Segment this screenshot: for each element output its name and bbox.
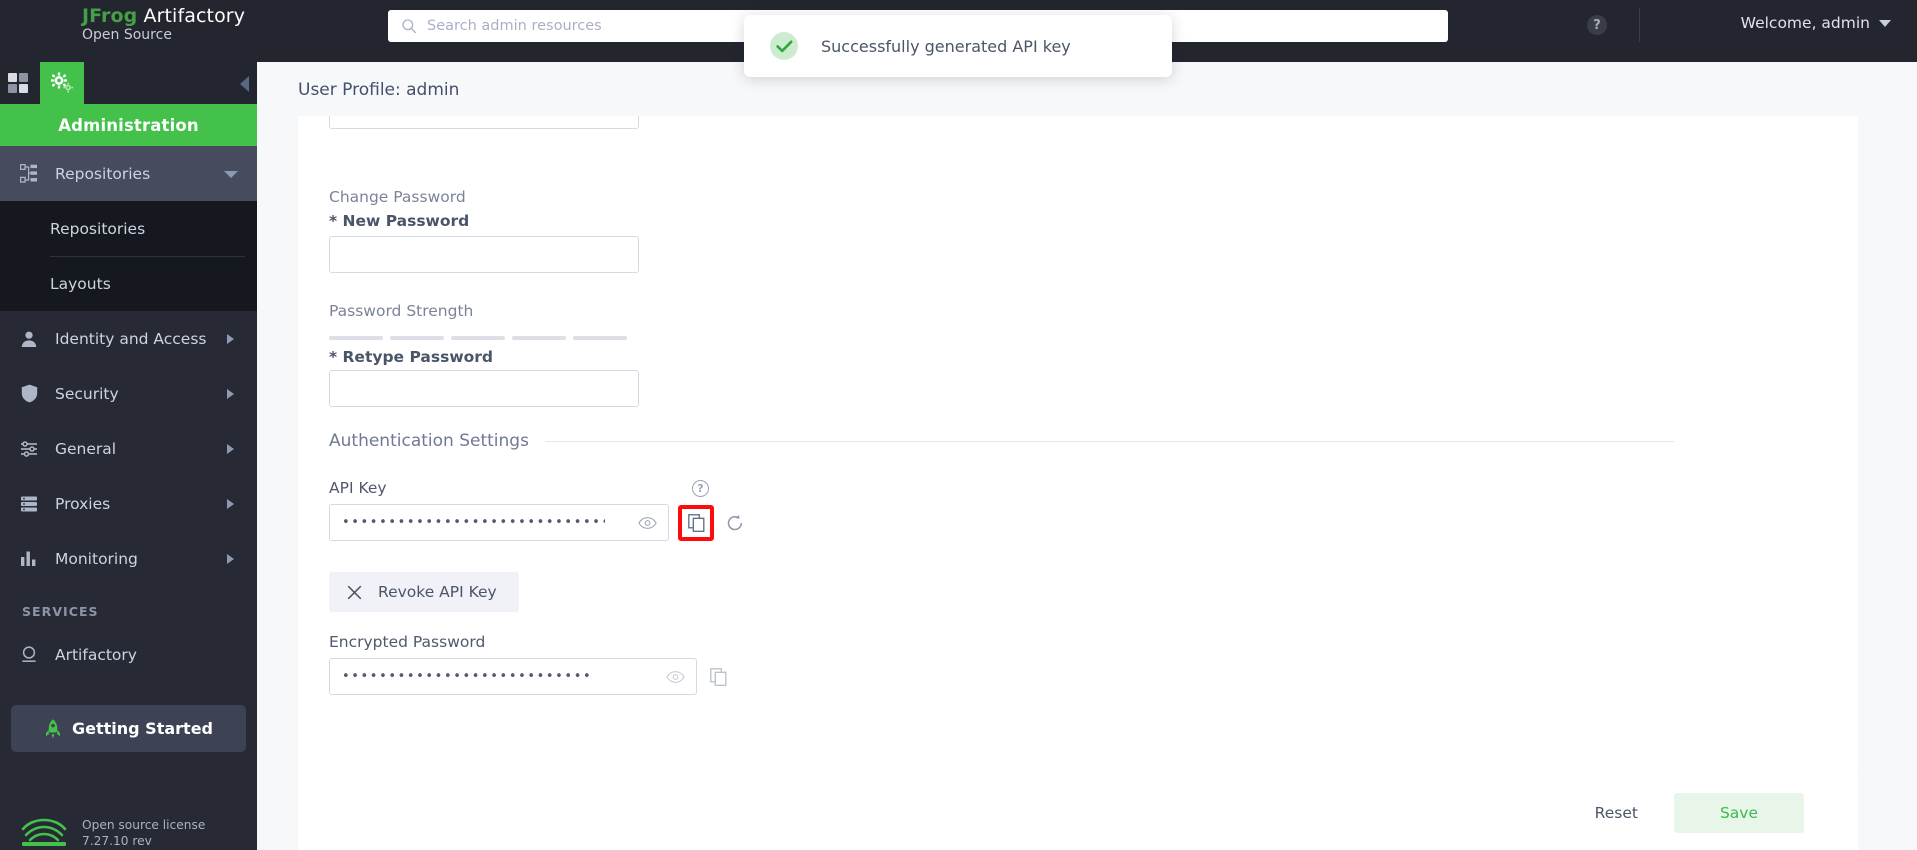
sidebar-subitem-repositories[interactable]: Repositories bbox=[0, 201, 257, 256]
help-icon[interactable]: ? bbox=[1587, 15, 1607, 35]
user-menu[interactable]: Welcome, admin bbox=[1741, 14, 1891, 32]
section-divider bbox=[544, 440, 1674, 442]
sidebar-item-monitoring[interactable]: Monitoring bbox=[0, 531, 257, 586]
auth-settings-section-header: Authentication Settings bbox=[329, 431, 1674, 451]
eye-icon[interactable] bbox=[638, 516, 657, 530]
sidebar-item-artifactory[interactable]: Artifactory bbox=[0, 627, 257, 682]
chevron-right-icon bbox=[227, 389, 234, 399]
sidebar-subitem-layouts[interactable]: Layouts bbox=[0, 256, 257, 311]
module-switch-bar bbox=[0, 62, 257, 104]
sidebar-item-label: Artifactory bbox=[55, 645, 137, 664]
success-toast[interactable]: Successfully generated API key bbox=[744, 15, 1172, 77]
license-line-1: Open source license bbox=[82, 818, 206, 832]
main-content: User Profile: admin Change Password * Ne… bbox=[257, 62, 1917, 850]
license-info: JFrog Open source license 7.27.10 rev 72… bbox=[18, 817, 212, 850]
card-scroll-region: Change Password * New Password Password … bbox=[298, 116, 1858, 776]
sidebar-item-identity-and-access[interactable]: Identity and Access bbox=[0, 311, 257, 366]
repositories-icon bbox=[18, 163, 40, 185]
api-key-label: API Key bbox=[329, 479, 387, 497]
eye-icon[interactable] bbox=[666, 670, 685, 684]
user-profile-card: Change Password * New Password Password … bbox=[298, 116, 1858, 776]
logo-product-text: Artifactory bbox=[143, 5, 246, 27]
welcome-label: Welcome, admin bbox=[1740, 14, 1870, 32]
chevron-right-icon bbox=[227, 444, 234, 454]
new-password-input[interactable] bbox=[329, 236, 639, 273]
retype-password-label: * Retype Password bbox=[329, 348, 494, 366]
sidebar-item-security[interactable]: Security bbox=[0, 366, 257, 421]
save-button[interactable]: Save bbox=[1673, 793, 1804, 833]
api-key-value: ••••••••••••••••••••••••••••••••••••••••… bbox=[342, 516, 605, 529]
sidebar-subitem-label: Repositories bbox=[50, 219, 146, 238]
sidebar-section-services: SERVICES bbox=[22, 604, 99, 619]
copy-api-key-button[interactable] bbox=[684, 511, 708, 535]
tab-administration[interactable] bbox=[40, 62, 84, 104]
search-icon bbox=[402, 19, 417, 34]
sidebar-item-label: Monitoring bbox=[55, 549, 138, 568]
sidebar-item-repositories[interactable]: Repositories bbox=[0, 146, 257, 201]
logo-edition-text: Open Source bbox=[82, 26, 172, 43]
chevron-right-icon bbox=[227, 334, 234, 344]
auth-settings-label: Authentication Settings bbox=[329, 431, 529, 451]
shield-icon bbox=[18, 383, 40, 405]
password-strength-meter bbox=[329, 336, 627, 340]
chevron-down-icon bbox=[224, 171, 238, 178]
header-divider bbox=[1639, 8, 1640, 42]
sidebar-subitem-label: Layouts bbox=[50, 274, 111, 293]
new-password-label: * New Password bbox=[329, 212, 470, 230]
application-root: JFrog Artifactory Open Source ? Welcome,… bbox=[0, 0, 1917, 850]
toast-message: Successfully generated API key bbox=[821, 36, 1071, 56]
close-icon bbox=[347, 585, 362, 599]
api-key-field[interactable]: ••••••••••••••••••••••••••••••••••••••••… bbox=[329, 504, 669, 541]
encrypted-password-value: ••••••••••••••••••••••••••• bbox=[342, 670, 593, 683]
chevron-right-icon bbox=[227, 499, 234, 509]
regenerate-api-key-button[interactable] bbox=[723, 511, 747, 535]
copy-icon bbox=[687, 513, 704, 532]
sidebar-item-general[interactable]: General bbox=[0, 421, 257, 476]
sidebar-item-label: Security bbox=[55, 384, 119, 403]
copy-encrypted-password-button[interactable] bbox=[706, 665, 730, 689]
sidebar-item-label: Repositories bbox=[55, 164, 151, 183]
chevron-down-icon bbox=[1879, 19, 1891, 27]
sidebar-item-label: Identity and Access bbox=[55, 329, 207, 348]
check-circle-icon bbox=[770, 32, 798, 60]
retype-password-input[interactable] bbox=[329, 370, 639, 407]
sidebar-subnav-repositories: Repositories Layouts bbox=[0, 201, 257, 311]
logo-jfrog-text: JFrog bbox=[82, 5, 138, 27]
chevron-right-icon bbox=[227, 554, 234, 564]
sidebar-collapse-icon[interactable] bbox=[240, 76, 249, 92]
user-icon bbox=[18, 328, 40, 350]
license-line-2: 7.27.10 rev 72710900 bbox=[82, 834, 152, 849]
admin-sidebar: Administration Repositories Repositories bbox=[0, 62, 257, 850]
jfrog-logo-icon: JFrog bbox=[20, 818, 67, 850]
page-title: User Profile: admin bbox=[298, 80, 460, 100]
encrypted-password-label: Encrypted Password bbox=[329, 633, 486, 651]
product-logo[interactable]: JFrog Artifactory Open Source bbox=[82, 5, 246, 43]
artifactory-icon bbox=[18, 644, 40, 666]
change-password-label: Change Password bbox=[329, 188, 466, 206]
sidebar-item-proxies[interactable]: Proxies bbox=[0, 476, 257, 531]
getting-started-button[interactable]: Getting Started bbox=[11, 705, 246, 752]
app-switcher-icon[interactable] bbox=[8, 73, 28, 93]
partially-visible-field[interactable] bbox=[329, 116, 639, 129]
copy-api-key-highlight bbox=[678, 504, 714, 541]
sidebar-title: Administration bbox=[0, 104, 257, 146]
form-action-bar: Reset Save bbox=[298, 776, 1858, 850]
api-key-help-icon[interactable]: ? bbox=[692, 480, 709, 497]
password-strength-label: Password Strength bbox=[329, 302, 474, 320]
bar-chart-icon bbox=[18, 548, 40, 570]
server-icon bbox=[18, 493, 40, 515]
revoke-api-key-button[interactable]: Revoke API Key bbox=[329, 572, 519, 612]
gear-icon bbox=[50, 72, 74, 93]
sidebar-item-label: Proxies bbox=[55, 494, 111, 513]
sliders-icon bbox=[18, 438, 40, 460]
rocket-icon bbox=[46, 718, 60, 738]
reset-button[interactable]: Reset bbox=[1569, 793, 1664, 833]
getting-started-label: Getting Started bbox=[72, 719, 213, 738]
encrypted-password-field[interactable]: ••••••••••••••••••••••••••• bbox=[329, 658, 697, 695]
copy-icon bbox=[709, 667, 726, 686]
revoke-api-key-label: Revoke API Key bbox=[378, 583, 497, 601]
refresh-icon bbox=[727, 514, 743, 530]
sidebar-item-label: General bbox=[55, 439, 117, 458]
